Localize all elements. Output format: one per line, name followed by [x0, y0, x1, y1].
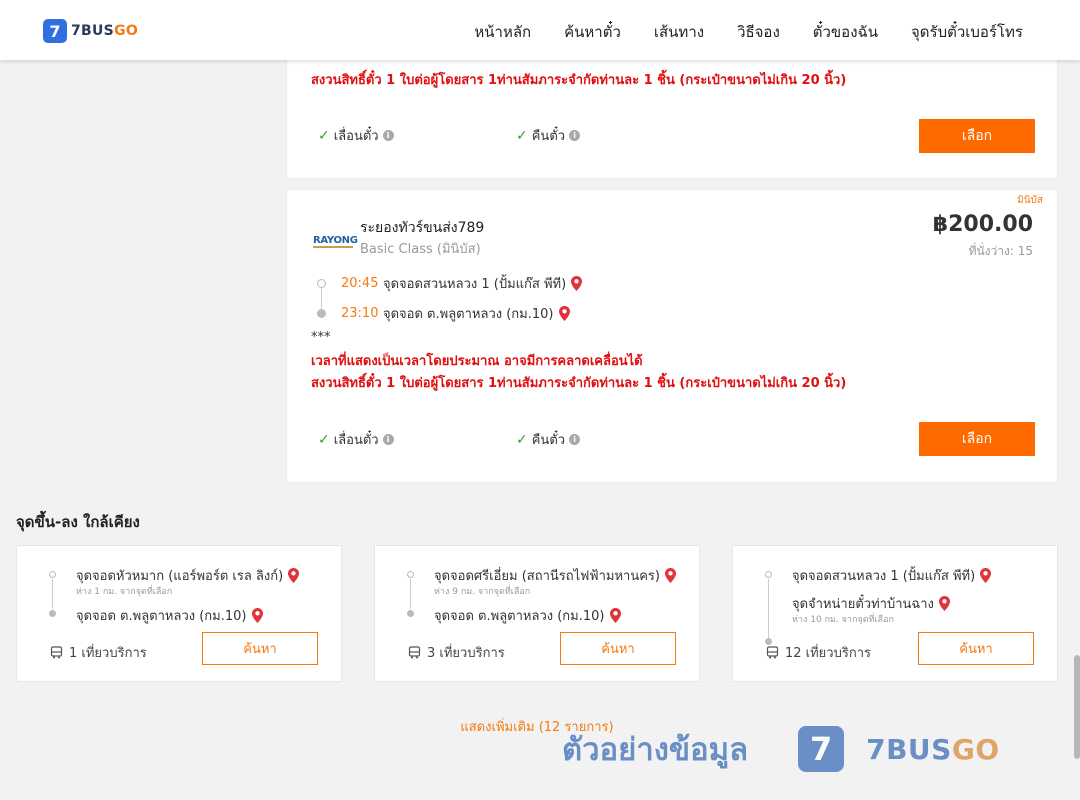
destination-dot-icon [49, 610, 56, 617]
nearby-origin-distance: ห่าง 9 กม. จากจุดที่เลือก [434, 587, 531, 597]
feature-refund-ticket: ✓ คืนตั๋ว i [516, 429, 581, 450]
map-pin-icon[interactable] [288, 568, 300, 583]
origin-dot-icon [765, 571, 772, 578]
map-pin-icon[interactable] [571, 275, 583, 291]
select-trip-button[interactable]: เลือก [919, 422, 1035, 456]
check-icon: ✓ [318, 127, 330, 144]
bus-class: Basic Class (มินิบัส) [360, 242, 481, 257]
nearby-trip-count: 3 เที่ยวบริการ [408, 642, 505, 663]
bus-icon [766, 646, 779, 659]
destination-dot-icon [407, 610, 414, 617]
trip-warning-time: เวลาที่แสดงเป็นเวลาโดยประมาณ อาจมีการคลา… [311, 354, 643, 369]
logo-badge-icon: 7 [43, 19, 67, 43]
arrival-dot-icon [317, 308, 326, 318]
info-icon[interactable]: i [382, 130, 394, 141]
nearby-section-title: จุดขึ้น-ลง ใกล้เคียง [16, 513, 140, 531]
departure-stop-name: จุดจอดสวนหลวง 1 (ปั้มแก๊ส พีที) [383, 276, 567, 292]
bus-type-tag: มินิบัส [1017, 195, 1043, 206]
nav-item-ticket-points[interactable]: จุดรับตั๋วเบอร์โทร [911, 20, 1023, 44]
map-pin-icon[interactable] [609, 608, 621, 623]
check-icon: ✓ [318, 431, 330, 448]
trip-stops: 20:45 จุดจอดสวนหลวง 1 (ปั้มแก๊ส พีที) 23… [317, 268, 583, 328]
info-icon[interactable]: i [382, 434, 394, 445]
arrival-time: 23:10 [341, 305, 379, 321]
nearby-card: จุดจอดศรีเอี่ยม (สถานีรถไฟฟ้ามหานคร) ห่า… [374, 545, 700, 682]
bus-icon [50, 646, 63, 659]
nearby-origin: จุดจอดสวนหลวง 1 (ปั้มแก๊ส พีที) [792, 565, 992, 586]
nav-item-my-tickets[interactable]: ตั๋วของฉัน [813, 20, 878, 44]
feature-change-ticket: ✓ เลื่อนตั๋ว i [318, 125, 394, 146]
nearby-trip-count: 12 เที่ยวบริการ [766, 642, 871, 663]
departure-dot-icon [317, 278, 326, 288]
feature-refund-ticket: ✓ คืนตั๋ว i [516, 125, 581, 146]
departure-stop: 20:45 จุดจอดสวนหลวง 1 (ปั้มแก๊ส พีที) [317, 268, 583, 298]
departure-time: 20:45 [341, 275, 379, 291]
check-icon: ✓ [516, 431, 528, 448]
nearby-card: จุดจอดหัวหมาก (แอร์พอร์ต เรล ลิงก์) ห่าง… [16, 545, 342, 682]
nearby-destination-distance: ห่าง 10 กม. จากจุดที่เลือก [792, 615, 894, 625]
nearby-destination: จุดจอด ต.พลูตาหลวง (กม.10) [76, 605, 263, 626]
arrival-stop-name: จุดจอด ต.พลูตาหลวง (กม.10) [383, 306, 554, 322]
select-trip-button[interactable]: เลือก [919, 119, 1035, 153]
map-pin-icon[interactable] [251, 608, 263, 623]
trip-price: ฿200.00 [932, 212, 1033, 237]
nav-item-routes[interactable]: เส้นทาง [654, 20, 704, 44]
scrollbar-thumb[interactable] [1074, 655, 1080, 759]
arrival-stop: 23:10 จุดจอด ต.พลูตาหลวง (กม.10) [317, 298, 582, 328]
operator-logo: RAYONG [313, 228, 358, 248]
top-header: 7 7BUSGO หน้าหลัก ค้นหาตั๋ว เส้นทาง วิธี… [0, 0, 1080, 60]
main-nav: หน้าหลัก ค้นหาตั๋ว เส้นทาง วิธีจอง ตั๋วข… [474, 20, 1023, 44]
check-icon: ✓ [516, 127, 528, 144]
nearby-search-button[interactable]: ค้นหา [918, 632, 1034, 665]
nearby-card: จุดจอดสวนหลวง 1 (ปั้มแก๊ส พีที) จุดจำหน่… [732, 545, 1058, 682]
sample-data-watermark: ตัวอย่างข้อมูล 7 7BUSGO [562, 724, 1000, 774]
map-pin-icon[interactable] [664, 568, 676, 583]
map-pin-icon[interactable] [938, 596, 950, 611]
nearby-destination: จุดจอด ต.พลูตาหลวง (กม.10) [434, 605, 621, 626]
nearby-origin-distance: ห่าง 1 กม. จากจุดที่เลือก [76, 587, 173, 597]
nearby-search-button[interactable]: ค้นหา [202, 632, 318, 665]
nav-item-search-ticket[interactable]: ค้นหาตั๋ว [564, 20, 621, 44]
trip-note-stars: *** [311, 330, 331, 345]
watermark-brand: 7BUSGO [866, 732, 1000, 766]
map-pin-icon[interactable] [980, 568, 992, 583]
nearby-origin: จุดจอดศรีเอี่ยม (สถานีรถไฟฟ้ามหานคร) [434, 565, 676, 586]
nearby-origin: จุดจอดหัวหมาก (แอร์พอร์ต เรล ลิงก์) [76, 565, 300, 586]
seats-available: ที่นั่งว่าง: 15 [968, 244, 1033, 258]
route-line [410, 579, 411, 609]
site-logo[interactable]: 7 7BUSGO [43, 19, 138, 43]
origin-dot-icon [49, 571, 56, 578]
info-icon[interactable]: i [569, 434, 581, 445]
watermark-logo-icon: 7 [798, 726, 845, 772]
nav-item-how-to-book[interactable]: วิธีจอง [737, 20, 780, 44]
origin-dot-icon [407, 571, 414, 578]
logo-text: 7BUSGO [71, 23, 139, 39]
bus-icon [408, 646, 421, 659]
nearby-search-button[interactable]: ค้นหา [560, 632, 676, 665]
info-icon[interactable]: i [569, 130, 581, 141]
trip-warning-line: สงวนสิทธิ์ตั๋ว 1 ใบต่อผู้โดยสาร 1ท่านสัม… [311, 73, 847, 88]
map-pin-icon[interactable] [558, 305, 570, 321]
route-line [52, 579, 53, 609]
feature-change-ticket: ✓ เลื่อนตั๋ว i [318, 429, 394, 450]
trip-card: มินิบัส RAYONG ระยองทัวร์ขนส่ง789 Basic … [286, 189, 1058, 483]
nav-item-home[interactable]: หน้าหลัก [474, 20, 531, 44]
watermark-text: ตัวอย่างข้อมูล [562, 732, 749, 768]
nearby-destination: จุดจำหน่ายตั๋วท่าบ้านฉาง [792, 593, 950, 614]
trip-warning-luggage: สงวนสิทธิ์ตั๋ว 1 ใบต่อผู้โดยสาร 1ท่านสัม… [311, 376, 847, 391]
nearby-trip-count: 1 เที่ยวบริการ [50, 642, 147, 663]
route-line [768, 579, 769, 638]
operator-name: ระยองทัวร์ขนส่ง789 [360, 220, 485, 236]
